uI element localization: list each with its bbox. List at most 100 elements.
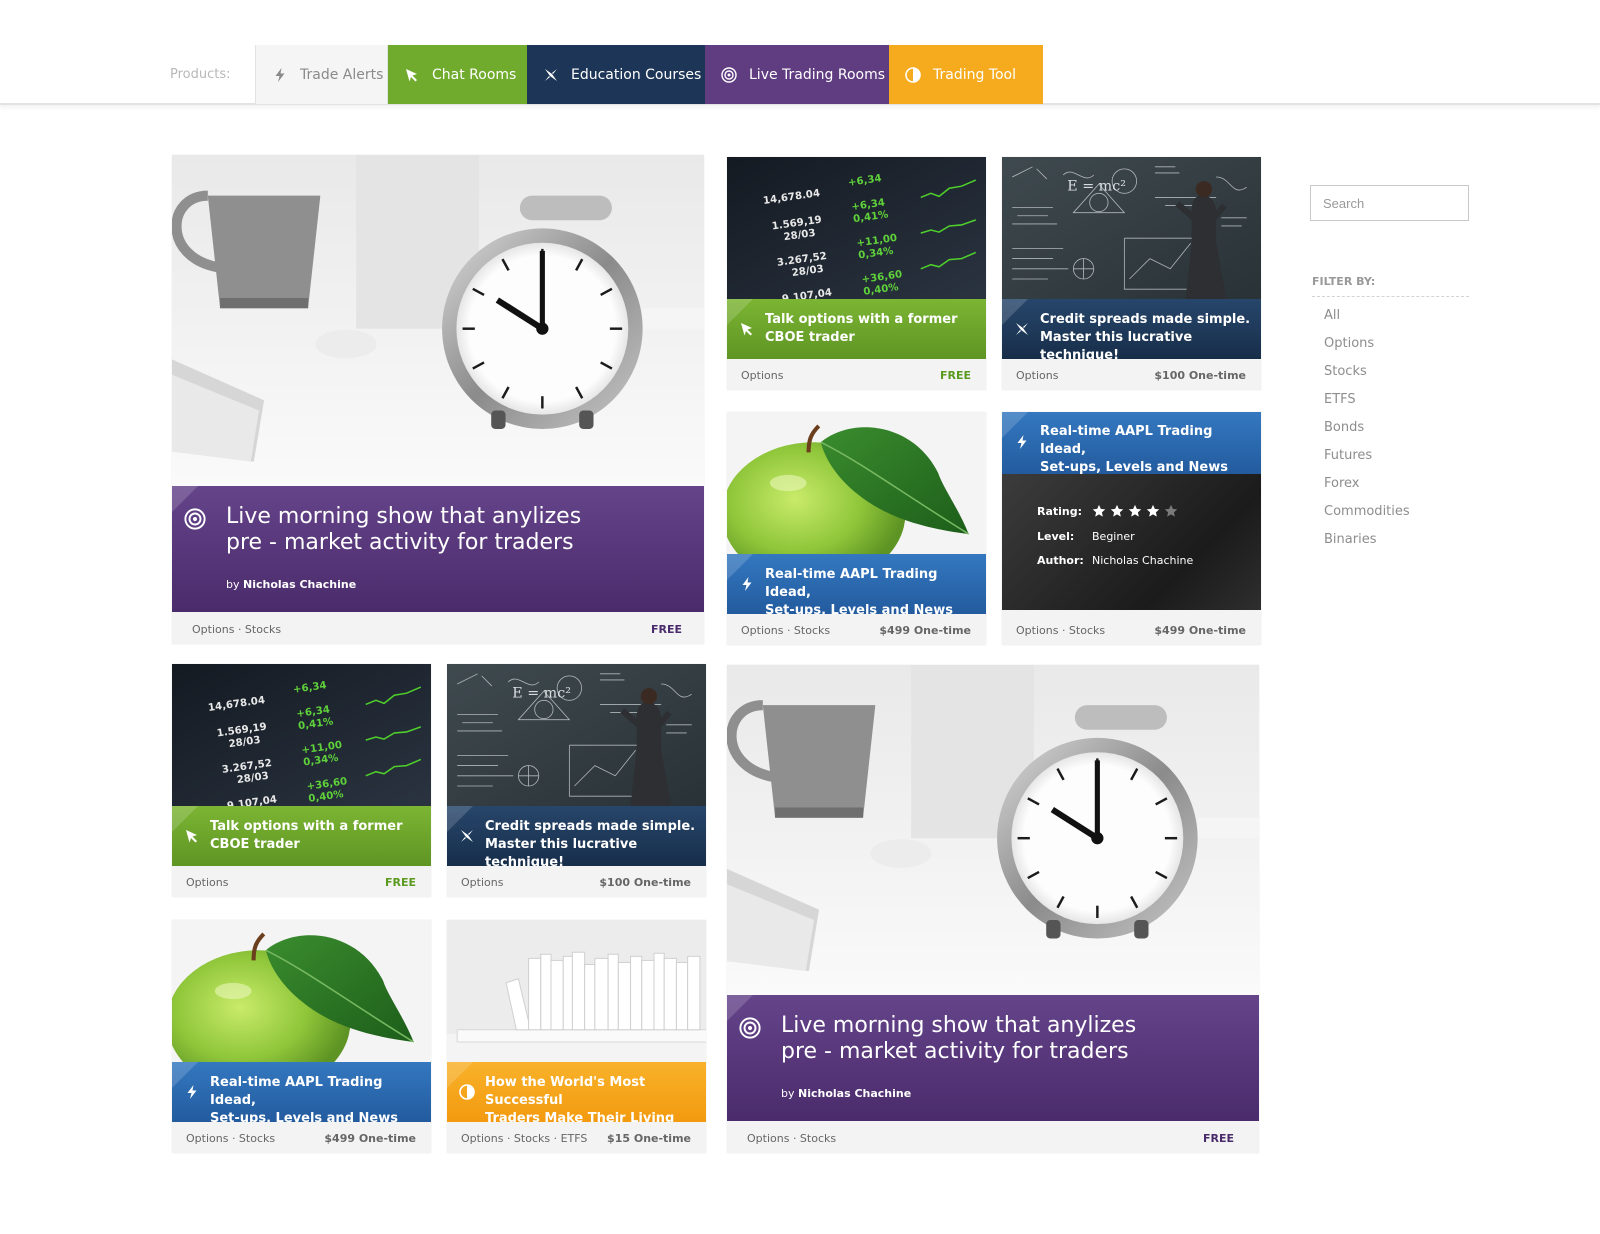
card-banner: Live morning show that anylizes pre - ma… bbox=[727, 995, 1259, 1121]
card-price: FREE bbox=[939, 368, 971, 382]
card-footer: Options · Stocks $499 One-time bbox=[727, 615, 986, 645]
tab-trading-tool[interactable]: Trading Tool bbox=[889, 45, 1043, 104]
card-footer: Options FREE bbox=[172, 867, 431, 897]
bookshelf-image bbox=[447, 920, 706, 1062]
card-title: Real-time AAPL Trading Idead, Set-ups, L… bbox=[210, 1075, 398, 1122]
card-price: $15 One-time bbox=[607, 1131, 691, 1145]
bolt-icon bbox=[739, 576, 755, 592]
products-nav: Products: Trade Alerts Chat Rooms Educat… bbox=[0, 45, 1600, 105]
chalkboard-image bbox=[1002, 157, 1261, 299]
tab-live-trading-rooms[interactable]: Live Trading Rooms bbox=[705, 45, 889, 104]
filter-forex[interactable]: Forex bbox=[1324, 476, 1360, 491]
chalkboard-image bbox=[447, 664, 706, 806]
card-tags: Options bbox=[1016, 368, 1059, 382]
filter-binaries[interactable]: Binaries bbox=[1324, 532, 1376, 547]
card-tags: Options · Stocks bbox=[747, 1131, 837, 1145]
level-value: Beginer bbox=[1092, 530, 1135, 543]
card-title: How the World's Most Successful Traders … bbox=[485, 1075, 675, 1122]
card-footer: Options · Stocks $499 One-time bbox=[1002, 615, 1261, 645]
card-banner: Real-time AAPL Trading Idead, Set-ups, L… bbox=[1002, 412, 1261, 474]
card-footer: Options FREE bbox=[727, 360, 986, 390]
tab-label: Live Trading Rooms bbox=[749, 66, 886, 83]
card-title: Talk options with a former CBOE trader bbox=[765, 312, 958, 345]
tab-label: Education Courses bbox=[571, 66, 702, 83]
author-label: Author: bbox=[1037, 554, 1084, 567]
clock-image bbox=[727, 665, 1259, 995]
level-row: Level: Beginer bbox=[1037, 530, 1135, 543]
cursor-icon bbox=[184, 828, 200, 844]
clock-image bbox=[172, 155, 704, 486]
product-card[interactable]: Live morning show that anylizes pre - ma… bbox=[172, 155, 704, 644]
star-icon bbox=[1092, 504, 1106, 518]
card-price: FREE bbox=[650, 622, 682, 636]
filter-etfs[interactable]: ETFS bbox=[1324, 392, 1356, 407]
compass-icon bbox=[1014, 321, 1030, 337]
product-card[interactable]: Live morning show that anylizes pre - ma… bbox=[727, 665, 1259, 1153]
product-card[interactable]: Real-time AAPL Trading Idead, Set-ups, L… bbox=[172, 920, 431, 1153]
card-tags: Options · Stocks bbox=[1016, 623, 1106, 637]
card-banner: Credit spreads made simple. Master this … bbox=[1002, 299, 1261, 359]
card-price: $499 One-time bbox=[1154, 623, 1246, 637]
tab-chat-rooms[interactable]: Chat Rooms bbox=[388, 45, 527, 104]
card-price: $100 One-time bbox=[1154, 368, 1246, 382]
pie-icon bbox=[459, 1084, 475, 1100]
ticker-screen-image bbox=[172, 664, 431, 806]
bolt-icon bbox=[184, 1084, 200, 1100]
filter-commodities[interactable]: Commodities bbox=[1324, 504, 1410, 519]
bolt-icon bbox=[272, 67, 288, 83]
rating-stars bbox=[1092, 504, 1178, 518]
card-tags: Options bbox=[186, 875, 229, 889]
card-footer: Options $100 One-time bbox=[1002, 360, 1261, 390]
author-link[interactable]: Nicholas Chachine bbox=[798, 1087, 911, 1100]
card-footer: Options $100 One-time bbox=[447, 867, 706, 897]
star-icon bbox=[1128, 504, 1142, 518]
card-byline: by Nicholas Chachine bbox=[226, 578, 357, 591]
filter-stocks[interactable]: Stocks bbox=[1324, 364, 1367, 379]
filter-options[interactable]: Options bbox=[1324, 336, 1374, 351]
product-card[interactable]: Talk options with a former CBOE trader O… bbox=[727, 157, 986, 390]
author-link[interactable]: Nicholas Chachine bbox=[243, 578, 356, 591]
card-title: Credit spreads made simple. Master this … bbox=[1040, 312, 1251, 359]
tab-trade-alerts[interactable]: Trade Alerts bbox=[255, 45, 388, 104]
card-price: FREE bbox=[384, 875, 416, 889]
card-tags: Options · Stocks bbox=[741, 623, 831, 637]
pie-icon bbox=[905, 67, 921, 83]
filter-futures[interactable]: Futures bbox=[1324, 448, 1372, 463]
card-tags: Options · Stocks bbox=[186, 1131, 276, 1145]
apple-image bbox=[172, 920, 431, 1062]
compass-icon bbox=[459, 828, 475, 844]
products-label: Products: bbox=[170, 67, 231, 82]
product-card[interactable]: How the World's Most Successful Traders … bbox=[447, 920, 706, 1153]
target-icon bbox=[739, 1017, 761, 1039]
card-tags: Options · Stocks · ETFS bbox=[461, 1131, 588, 1145]
cursor-icon bbox=[404, 67, 420, 83]
card-tags: Options · Stocks bbox=[192, 622, 282, 636]
star-icon bbox=[1164, 504, 1178, 518]
tab-education-courses[interactable]: Education Courses bbox=[527, 45, 705, 104]
search-input[interactable] bbox=[1310, 185, 1469, 221]
star-icon bbox=[1110, 504, 1124, 518]
apple-image bbox=[727, 412, 986, 554]
card-tags: Options bbox=[741, 368, 784, 382]
card-title: Talk options with a former CBOE trader bbox=[210, 819, 403, 852]
compass-icon bbox=[543, 67, 559, 83]
author-value: Nicholas Chachine bbox=[1092, 554, 1194, 567]
card-footer: Options · Stocks FREE bbox=[727, 1123, 1259, 1153]
author-row: Author: Nicholas Chachine bbox=[1037, 554, 1193, 567]
product-card-hover[interactable]: Real-time AAPL Trading Idead, Set-ups, L… bbox=[1002, 412, 1261, 645]
card-banner: Credit spreads made simple. Master this … bbox=[447, 806, 706, 866]
card-banner: Talk options with a former CBOE trader bbox=[727, 299, 986, 359]
card-banner: Live morning show that anylizes pre - ma… bbox=[172, 486, 704, 612]
tab-label: Chat Rooms bbox=[432, 66, 517, 83]
card-title: Live morning show that anylizes pre - ma… bbox=[781, 1013, 1137, 1064]
card-price: $100 One-time bbox=[599, 875, 691, 889]
level-label: Level: bbox=[1037, 530, 1075, 543]
product-card[interactable]: Credit spreads made simple. Master this … bbox=[447, 664, 706, 897]
card-details-overlay: Rating: Level: Beginer Author: Nicholas Ch… bbox=[1002, 474, 1261, 610]
product-card[interactable]: Talk options with a former CBOE trader O… bbox=[172, 664, 431, 897]
filter-all[interactable]: All bbox=[1324, 308, 1340, 323]
rating-row: Rating: bbox=[1037, 504, 1178, 518]
product-card[interactable]: Credit spreads made simple. Master this … bbox=[1002, 157, 1261, 390]
filter-bonds[interactable]: Bonds bbox=[1324, 420, 1364, 435]
product-card[interactable]: Real-time AAPL Trading Idead, Set-ups, L… bbox=[727, 412, 986, 645]
